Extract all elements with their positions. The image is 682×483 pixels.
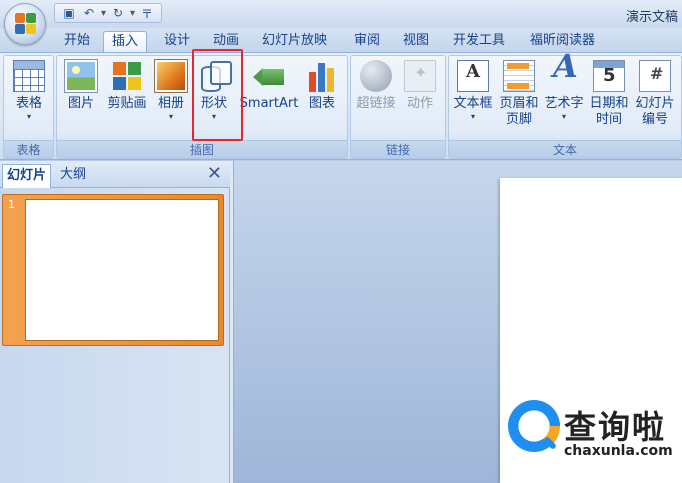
chart-icon: [306, 60, 338, 92]
tab-home[interactable]: 开始: [62, 31, 92, 52]
smartart-button[interactable]: SmartArt: [239, 60, 299, 112]
photo-album-label: 相册: [157, 96, 184, 111]
watermark-name: 查询啦: [564, 408, 667, 446]
textbox-button[interactable]: 文本框 ▾: [451, 60, 495, 122]
tab-insert[interactable]: 插入: [103, 31, 148, 52]
tab-design[interactable]: 设计: [162, 31, 192, 52]
tab-view[interactable]: 视图: [401, 31, 431, 52]
clipart-label: 剪贴画: [107, 96, 147, 111]
wordart-label: 艺术字: [544, 96, 584, 111]
slide-number-label-2: 编号: [641, 112, 668, 127]
table-icon: [13, 60, 45, 92]
photo-album-icon: [154, 59, 188, 93]
picture-label: 图片: [67, 96, 94, 111]
header-footer-label-1: 页眉和: [499, 96, 539, 111]
slide-number-button[interactable]: 幻灯片 编号: [633, 60, 677, 128]
hyperlink-button[interactable]: 超链接: [355, 60, 397, 112]
date-time-label-1: 日期和: [589, 96, 629, 111]
hyperlink-label: 超链接: [356, 96, 396, 111]
group-label-text: 文本: [449, 140, 681, 158]
date-time-button[interactable]: 日期和 时间: [587, 60, 631, 128]
group-links: 超链接 动作 链接: [350, 55, 446, 159]
table-button[interactable]: 表格 ▾: [12, 60, 46, 122]
header-footer-icon: [503, 60, 535, 92]
calendar-icon: [593, 60, 625, 92]
picture-icon: [64, 59, 98, 93]
textbox-icon: [457, 60, 489, 92]
document-title: 演示文稿: [625, 10, 678, 25]
office-button[interactable]: [4, 3, 46, 45]
close-icon[interactable]: ✕: [207, 164, 222, 184]
redo-icon[interactable]: ↻: [110, 5, 126, 21]
slide-thumbnail[interactable]: [25, 199, 219, 341]
table-label: 表格: [15, 96, 42, 111]
wordart-button[interactable]: 艺术字 ▾: [543, 58, 585, 122]
slide-thumbnail-item[interactable]: 1: [2, 194, 224, 346]
redo-dropdown-icon[interactable]: ▾: [130, 8, 135, 19]
chart-button[interactable]: 图表: [305, 60, 339, 112]
textbox-label: 文本框: [453, 96, 493, 111]
photo-album-button[interactable]: 相册 ▾: [154, 59, 188, 122]
slides-pane: 幻灯片 大纲 ✕ 1: [0, 161, 230, 483]
chevron-down-icon: ▾: [470, 112, 475, 121]
action-button[interactable]: 动作: [403, 60, 437, 112]
quick-access-toolbar: ▣ ↶ ▾ ↻ ▾ 〒: [54, 3, 163, 23]
tab-slideshow[interactable]: 幻灯片放映: [260, 31, 329, 52]
undo-dropdown-icon[interactable]: ▾: [101, 8, 106, 19]
picture-button[interactable]: 图片: [63, 59, 99, 112]
tab-slides[interactable]: 幻灯片: [2, 164, 52, 188]
chevron-down-icon: ▾: [26, 112, 31, 121]
group-label-table: 表格: [4, 140, 53, 158]
undo-icon[interactable]: ↶: [81, 5, 97, 21]
group-table: 表格 ▾ 表格: [3, 55, 54, 159]
action-icon: [404, 60, 436, 92]
header-footer-label-2: 页脚: [505, 112, 532, 127]
chevron-down-icon: ▾: [561, 112, 566, 121]
title-bar: ▣ ↶ ▾ ↻ ▾ 〒 演示文稿: [0, 0, 682, 45]
customize-qat-icon[interactable]: 〒: [139, 5, 155, 21]
smartart-label: SmartArt: [239, 96, 299, 111]
pane-tabs: 幻灯片 大纲 ✕: [0, 161, 230, 188]
slide-number: 1: [8, 198, 15, 211]
chart-label: 图表: [308, 96, 335, 111]
clipart-button[interactable]: 剪贴画: [105, 60, 149, 112]
slide-number-icon: [639, 60, 671, 92]
watermark-logo: 查询啦 chaxunla.com: [508, 398, 678, 468]
shapes-highlight-box: [192, 49, 243, 141]
magnifier-logo-icon: [508, 400, 560, 452]
tab-outline[interactable]: 大纲: [56, 164, 90, 188]
group-text: 文本框 ▾ 页眉和 页脚 艺术字 ▾ 日期和 时间 幻灯片 编号 文本: [448, 55, 682, 159]
group-label-illustrations: 插图: [57, 140, 347, 158]
tab-developer[interactable]: 开发工具: [451, 31, 507, 52]
watermark-url: chaxunla.com: [564, 443, 673, 459]
smartart-icon: [253, 60, 285, 92]
date-time-label-2: 时间: [595, 112, 622, 127]
action-label: 动作: [406, 96, 433, 111]
ribbon-tabs: 开始 插入 设计 动画 幻灯片放映 审阅 视图 开发工具 福昕阅读器: [0, 28, 682, 52]
wordart-icon: [548, 58, 580, 92]
clipart-icon: [111, 60, 143, 92]
hyperlink-icon: [360, 60, 392, 92]
header-footer-button[interactable]: 页眉和 页脚: [497, 60, 541, 128]
group-label-links: 链接: [351, 140, 445, 158]
office-logo-icon: [15, 13, 37, 35]
chevron-down-icon: ▾: [168, 112, 173, 121]
ribbon: 表格 ▾ 表格 图片 剪贴画 相册 ▾ 形状 ▾ SmartArt 图表 插图 …: [0, 52, 682, 160]
tab-review[interactable]: 审阅: [352, 31, 382, 52]
save-icon[interactable]: ▣: [61, 5, 77, 21]
slide-number-label-1: 幻灯片: [635, 96, 675, 111]
